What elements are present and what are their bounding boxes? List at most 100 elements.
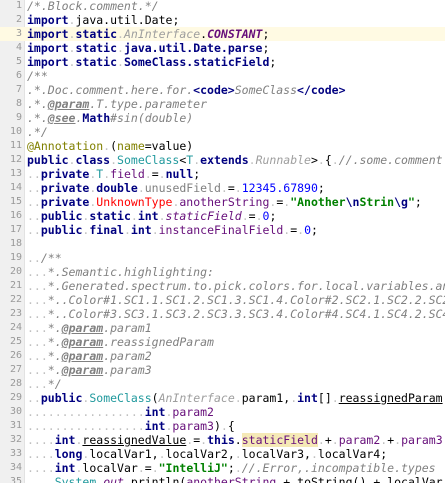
code-line[interactable]: 4 import.static.java.util.Date.parse; bbox=[0, 41, 445, 55]
code-token: 0 bbox=[304, 223, 311, 237]
code-token: AnInterface bbox=[158, 391, 235, 405]
code-line[interactable]: 14 ..private.double.unusedField.=.12345.6… bbox=[0, 181, 445, 195]
code-token: reassignedValue bbox=[82, 433, 187, 447]
code-token: param3 bbox=[401, 433, 443, 447]
code-token: . bbox=[158, 447, 166, 461]
code-token: . bbox=[234, 447, 242, 461]
code-token: .*. bbox=[27, 97, 48, 111]
code-line[interactable]: 13 ..private.T.field.=.null; bbox=[0, 167, 445, 181]
code-token: ... bbox=[27, 335, 48, 349]
code-line[interactable]: 9 .*.@see.Math#sin(double) bbox=[0, 111, 445, 125]
code-line[interactable]: 16 ..public.static.int.staticField.=.0; bbox=[0, 209, 445, 223]
code-line[interactable]: 1 /*.Block.comment.*/ bbox=[0, 0, 445, 13]
code-token: ... bbox=[27, 293, 48, 307]
code-token: int bbox=[54, 433, 76, 447]
line-number: 10 bbox=[9, 126, 22, 137]
code-token: anotherString bbox=[179, 195, 270, 209]
code-token: static bbox=[89, 209, 131, 223]
code-token: . bbox=[158, 209, 166, 223]
code-token: null bbox=[165, 167, 194, 181]
code-text: .*.@see.Math#sin(double) bbox=[27, 111, 193, 125]
code-token: UnknownType bbox=[96, 195, 173, 209]
code-token: . bbox=[331, 153, 339, 167]
code-token: int bbox=[54, 461, 76, 475]
code-token: localVar4 bbox=[317, 447, 381, 461]
code-line[interactable]: 18 bbox=[0, 237, 445, 251]
code-line[interactable]: 10 .*/ bbox=[0, 125, 445, 139]
code-token: </code> bbox=[297, 83, 346, 97]
code-token: . bbox=[234, 391, 242, 405]
code-editor[interactable]: 1/*.Block.comment.*/2 import.java.util.Da… bbox=[0, 0, 445, 483]
code-line[interactable]: 28 ...*/ bbox=[0, 377, 445, 391]
code-token: *..Color#3.SC3.1.SC3.2.SC3.3.SC3.4.Color… bbox=[47, 307, 445, 321]
code-text: ...*.@param.reassignedParam bbox=[27, 335, 214, 349]
code-token: import bbox=[27, 27, 69, 41]
line-number: 1 bbox=[15, 0, 22, 11]
code-line[interactable]: 8 .*.@param.T.type.parameter bbox=[0, 97, 445, 111]
code-token: .... bbox=[27, 461, 55, 475]
code-line[interactable]: 3 import.static.AnInterface.CONSTANT; bbox=[0, 27, 445, 41]
code-token: Runnable bbox=[255, 153, 311, 167]
code-line[interactable]: 20 ...*.Semantic.highlighting: bbox=[0, 265, 445, 279]
code-token: localVar2 bbox=[165, 447, 228, 461]
code-token: *. bbox=[47, 363, 62, 377]
code-token: localVar bbox=[387, 475, 443, 483]
code-token: final bbox=[89, 223, 124, 237]
code-line[interactable]: 21 ...*.Generated.spectrum.to.pick.colors… bbox=[0, 279, 445, 293]
code-token: ... bbox=[27, 363, 48, 377]
code-token: { bbox=[227, 419, 235, 433]
code-token: . bbox=[151, 461, 159, 475]
code-text: ..public.static.int.staticField.=.0; bbox=[27, 209, 276, 223]
code-line[interactable]: 24 ...*.@param.param1 bbox=[0, 321, 445, 335]
code-line[interactable]: 7 .*.Doc.comment.here.for.<code>SomeClass… bbox=[0, 83, 445, 97]
code-text: ..public.final.int.instanceFinalField.=.… bbox=[27, 223, 318, 237]
code-token: ; bbox=[414, 195, 422, 209]
code-token: \g bbox=[394, 195, 408, 209]
code-line[interactable]: 6 /** bbox=[0, 69, 445, 83]
code-line[interactable]: 30 .................int.param2 bbox=[0, 405, 445, 419]
line-number: 20 bbox=[9, 266, 22, 277]
code-line[interactable]: 15 ..private.UnknownType.anotherString.=.… bbox=[0, 195, 445, 209]
code-line[interactable]: 17 ..public.final.int.instanceFinalField.… bbox=[0, 223, 445, 237]
code-token: .*.Doc.comment.here.for. bbox=[27, 83, 194, 97]
code-line[interactable]: 11 @Annotation.(name=value) bbox=[0, 139, 445, 153]
code-text: ....long.localVar1,.localVar2,.localVar3… bbox=[27, 447, 387, 461]
code-text: ....int.reassignedValue.=.this.staticFie… bbox=[27, 433, 443, 447]
code-token: .... bbox=[27, 475, 55, 483]
code-line[interactable]: 29 ..public.SomeClass(AnInterface.param1,… bbox=[0, 391, 445, 405]
code-line[interactable]: 23 ...*..Color#3.SC3.1.SC3.2.SC3.3.SC3.4.… bbox=[0, 307, 445, 321]
code-line[interactable]: 5 import.static.SomeClass.staticField; bbox=[0, 55, 445, 69]
code-token: . bbox=[117, 55, 124, 69]
code-line[interactable]: 26 ...*.@param.param2 bbox=[0, 349, 445, 363]
code-area[interactable]: 1/*.Block.comment.*/2 import.java.util.Da… bbox=[0, 0, 445, 483]
code-token: =value) bbox=[144, 139, 194, 153]
code-token: { bbox=[324, 153, 332, 167]
code-text: public.class.SomeClass<T.extends.Runnabl… bbox=[27, 153, 443, 167]
code-token: . bbox=[130, 209, 138, 223]
code-line[interactable]: 33 ....long.localVar1,.localVar2,.localVa… bbox=[0, 447, 445, 461]
code-token: public bbox=[40, 209, 83, 223]
code-token: static bbox=[75, 27, 118, 41]
code-line[interactable]: 2 import.java.util.Date; bbox=[0, 13, 445, 27]
line-number: 18 bbox=[9, 238, 22, 249]
code-line[interactable]: 34 ....int.localVar.=."IntelliJ";.//.Erro… bbox=[0, 461, 445, 475]
code-token: name bbox=[117, 139, 145, 153]
code-line[interactable]: 12 public.class.SomeClass<T.extends.Runna… bbox=[0, 153, 445, 167]
code-line[interactable]: 22 ...*..Color#1.SC1.1.SC1.2.SC1.3.SC1.4.… bbox=[0, 293, 445, 307]
code-line[interactable]: 31 .................int.param3).{ bbox=[0, 419, 445, 433]
code-text: ...*..Color#1.SC1.1.SC1.2.SC1.3.SC1.4.Co… bbox=[27, 293, 445, 307]
code-text: import.static.java.util.Date.parse; bbox=[27, 41, 269, 55]
code-text: ....int.localVar.=."IntelliJ";.//.Error,… bbox=[27, 461, 436, 475]
code-line[interactable]: 25 ...*.@param.reassignedParam bbox=[0, 335, 445, 349]
code-token: *. bbox=[47, 349, 62, 363]
code-line[interactable]: 32 ....int.reassignedValue.=.this.staticF… bbox=[0, 433, 445, 447]
line-number: 2 bbox=[15, 14, 22, 25]
code-token: ; bbox=[227, 461, 235, 475]
code-line[interactable]: 35 ....System.out.println(anotherString.+… bbox=[0, 475, 445, 483]
code-line[interactable]: 19 ../** bbox=[0, 251, 445, 265]
code-line[interactable]: 27 ...*.@param.param3 bbox=[0, 363, 445, 377]
code-token: ; bbox=[262, 27, 270, 41]
code-token: . bbox=[310, 447, 318, 461]
code-token: private bbox=[40, 167, 90, 181]
code-token: this bbox=[207, 433, 235, 447]
